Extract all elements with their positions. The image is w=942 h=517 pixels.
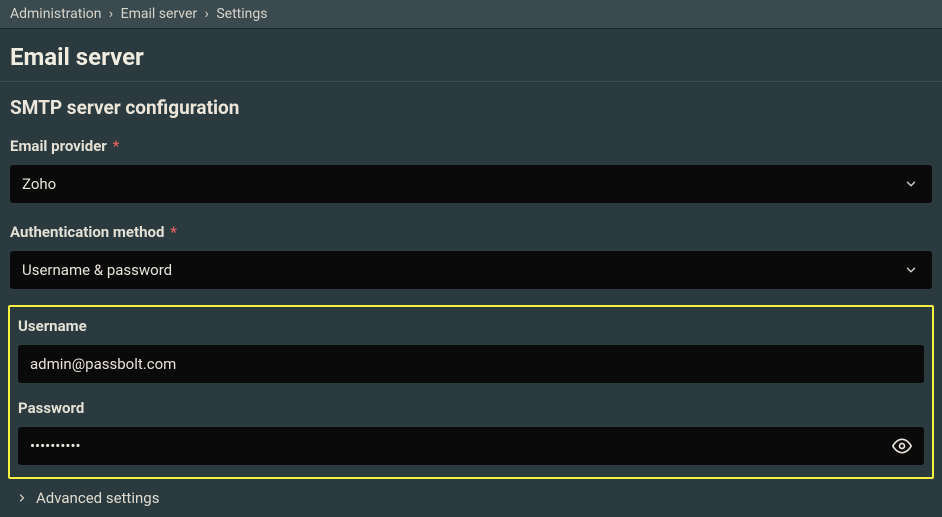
username-input[interactable]	[30, 355, 912, 373]
field-auth-method: Authentication method * Username & passw…	[10, 223, 932, 289]
field-username: Username	[18, 317, 924, 383]
field-password: Password	[18, 399, 924, 465]
field-email-provider: Email provider * Zoho	[10, 137, 932, 203]
credentials-highlight: Username Password	[8, 305, 934, 479]
chevron-down-icon	[904, 263, 918, 277]
auth-method-label: Authentication method *	[10, 223, 932, 241]
breadcrumb-separator: ›	[109, 6, 113, 22]
page-title: Email server	[0, 29, 942, 82]
chevron-right-icon	[16, 492, 28, 504]
content: SMTP server configuration Email provider…	[0, 82, 942, 517]
label-text: Email provider	[10, 137, 107, 155]
breadcrumb-item-email-server[interactable]: Email server	[121, 6, 198, 22]
breadcrumb-item-administration[interactable]: Administration	[10, 6, 101, 22]
password-label: Password	[18, 399, 924, 417]
email-provider-label: Email provider *	[10, 137, 932, 155]
auth-method-select[interactable]: Username & password	[10, 251, 932, 289]
breadcrumb-separator: ›	[205, 6, 209, 22]
password-input-wrap	[18, 427, 924, 465]
chevron-down-icon	[904, 177, 918, 191]
password-input[interactable]	[30, 437, 912, 455]
email-provider-value: Zoho	[22, 175, 56, 193]
username-label: Username	[18, 317, 924, 335]
section-title: SMTP server configuration	[10, 96, 932, 119]
required-marker: *	[113, 137, 120, 155]
required-marker: *	[170, 223, 177, 241]
username-input-wrap	[18, 345, 924, 383]
advanced-settings-label: Advanced settings	[36, 489, 159, 507]
eye-icon[interactable]	[892, 436, 912, 456]
label-text: Authentication method	[10, 223, 164, 241]
breadcrumb: Administration › Email server › Settings	[0, 0, 942, 29]
breadcrumb-item-settings[interactable]: Settings	[216, 6, 267, 22]
email-provider-select[interactable]: Zoho	[10, 165, 932, 203]
advanced-settings-toggle[interactable]: Advanced settings	[10, 479, 932, 513]
auth-method-value: Username & password	[22, 261, 172, 279]
